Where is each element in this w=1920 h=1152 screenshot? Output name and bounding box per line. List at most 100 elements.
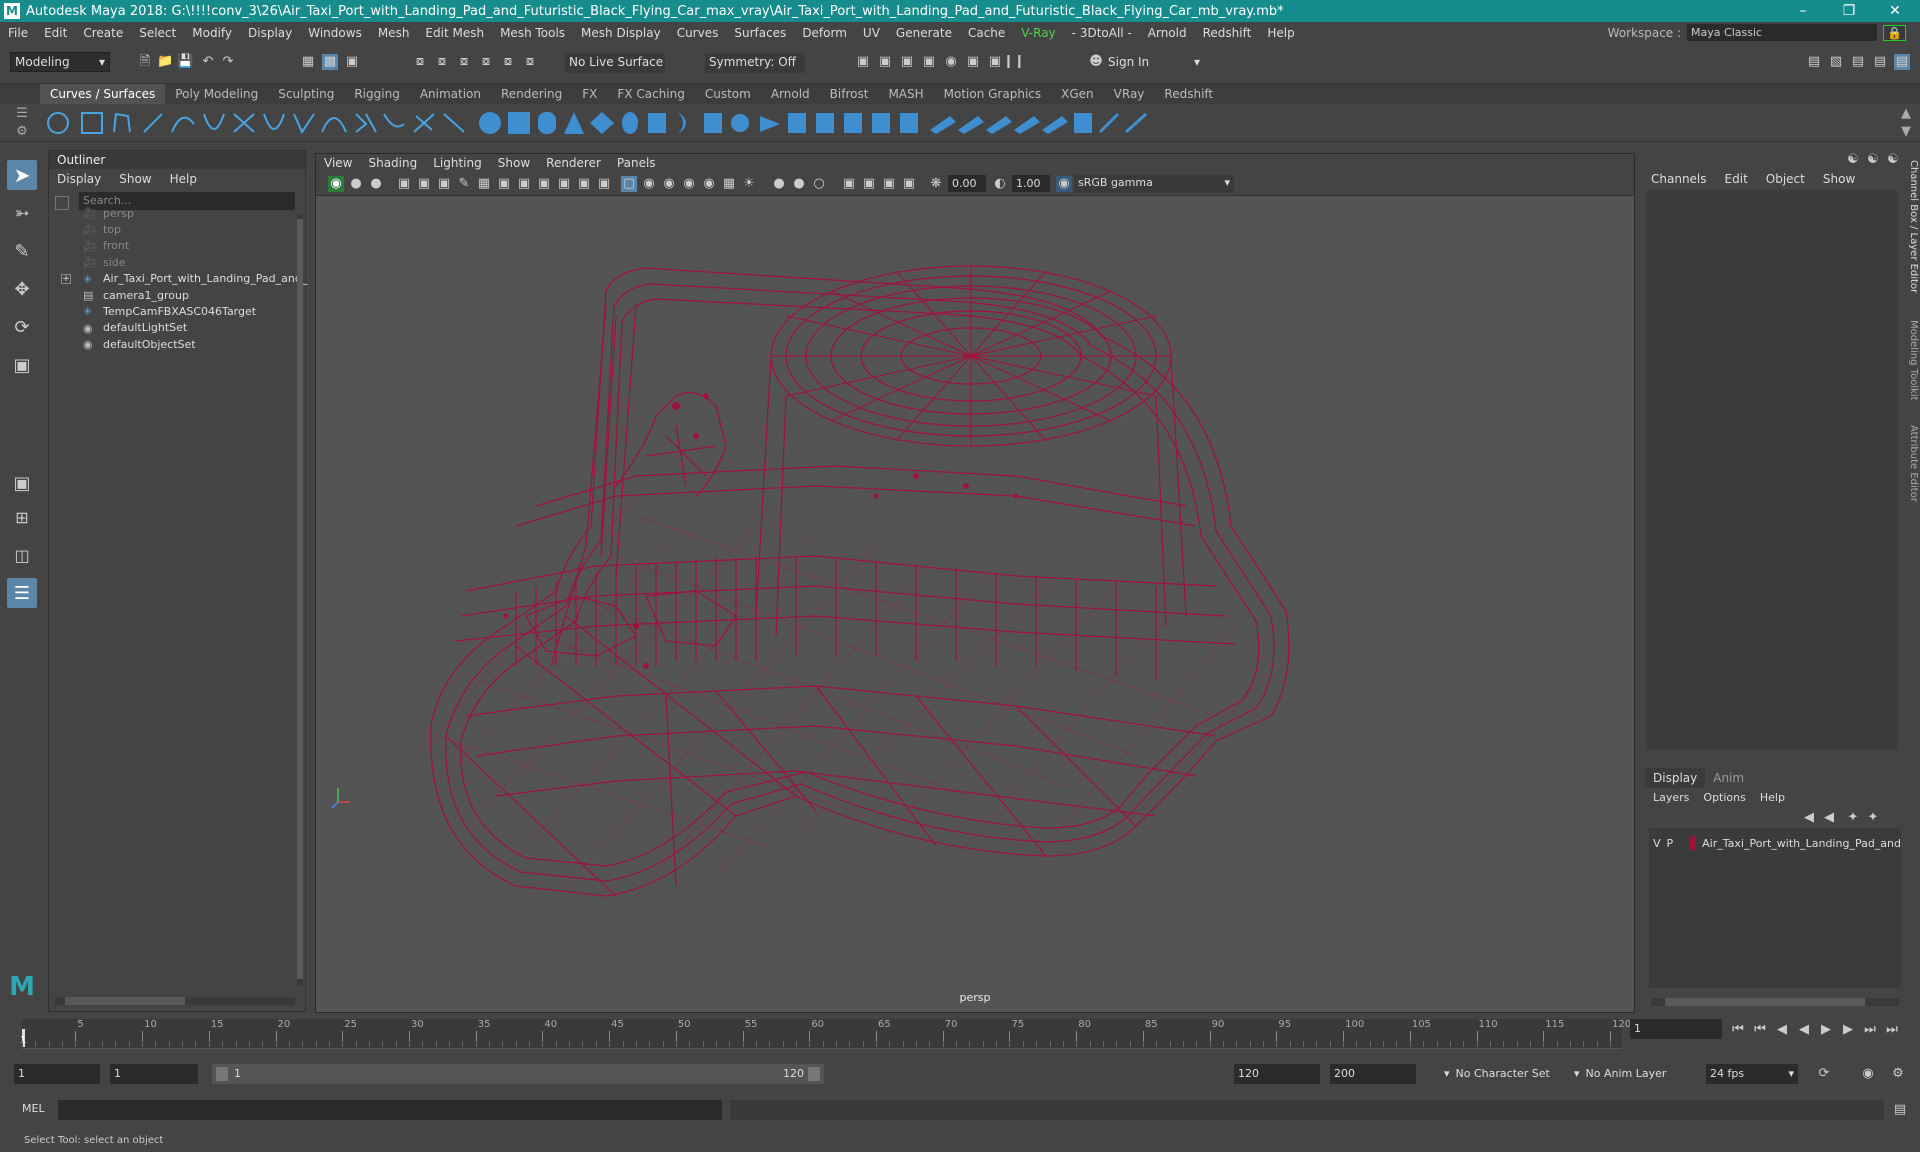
shelf-tab-xgen[interactable]: XGen (1051, 84, 1104, 104)
maya-m-logo-button[interactable]: M (7, 972, 37, 1002)
current-frame-field[interactable]: 1 (1630, 1019, 1722, 1039)
scrollbar-thumb[interactable] (297, 219, 303, 979)
move-layer-up-icon[interactable]: ◀ (1801, 810, 1817, 826)
lock-icon[interactable]: 🔒 (1883, 24, 1906, 41)
wireframe-model[interactable] (316, 196, 1634, 1012)
loop-icon[interactable]: ⟳ (1816, 1066, 1832, 1082)
render-settings-icon[interactable]: ▣ (899, 54, 915, 70)
range-slider[interactable]: 1 120 (212, 1064, 824, 1084)
camera-attributes-icon[interactable]: ● (368, 176, 384, 192)
undo-icon[interactable]: ↶ (200, 54, 216, 70)
outliner-item[interactable]: + ✳ Air_Taxi_Port_with_Landing_Pad_and_ (61, 270, 307, 288)
menu-windows[interactable]: Windows (300, 26, 370, 40)
playback-start-field[interactable]: 1 (110, 1064, 198, 1084)
outliner-horizontal-scrollbar[interactable] (55, 997, 295, 1005)
shadows-icon[interactable]: ▦ (721, 176, 737, 192)
ipr-render-icon[interactable]: ▣ (877, 54, 893, 70)
menu-mesh[interactable]: Mesh (370, 26, 418, 40)
menu-surfaces[interactable]: Surfaces (726, 26, 794, 40)
two-d-pan-zoom-icon[interactable]: ▣ (436, 176, 452, 192)
viewport-menu-panels[interactable]: Panels (609, 154, 664, 172)
animation-start-field[interactable]: 1 (14, 1064, 100, 1084)
outliner-item[interactable]: ✳ TempCamFBXASC046Target (83, 302, 256, 320)
maximize-button[interactable]: ❐ (1826, 0, 1872, 22)
safe-title-icon[interactable]: ▣ (596, 176, 612, 192)
pause-icon[interactable]: ❙❙ (1003, 54, 1025, 70)
go-to-end-icon[interactable]: ⏭ (1884, 1022, 1900, 1038)
resolution-gate-icon[interactable]: ▣ (516, 176, 532, 192)
shelf-tab-animation[interactable]: Animation (410, 84, 491, 104)
step-back-key-icon[interactable]: ⏮ (1752, 1022, 1768, 1038)
wireframe-on-shaded-icon[interactable]: ◉ (661, 176, 677, 192)
show-hide-character-controls-icon[interactable]: ▧ (1828, 54, 1844, 70)
filter-icon[interactable] (55, 196, 69, 210)
layer-menu-options[interactable]: Options (1703, 791, 1745, 804)
menu-mesh-tools[interactable]: Mesh Tools (492, 26, 573, 40)
go-to-start-icon[interactable]: ⏮ (1730, 1022, 1746, 1038)
shelf-tab-bifrost[interactable]: Bifrost (820, 84, 879, 104)
film-gate-icon[interactable]: ▣ (496, 176, 512, 192)
tab-anim[interactable]: Anim (1705, 768, 1752, 788)
range-start-handle[interactable] (216, 1067, 228, 1081)
menu-arnold[interactable]: Arnold (1140, 26, 1195, 40)
menu-select[interactable]: Select (131, 26, 184, 40)
outliner-menu-display[interactable]: Display (57, 172, 101, 186)
show-hide-tool-settings-icon[interactable]: ▤ (1872, 54, 1888, 70)
channel-box-menu-edit[interactable]: Edit (1725, 172, 1748, 186)
outliner-item[interactable]: 🎥 side (83, 253, 126, 271)
step-forward-frame-icon[interactable]: ▶ (1840, 1022, 1856, 1038)
playback-end-field[interactable]: 120 (1234, 1064, 1320, 1084)
close-button[interactable]: ✕ (1872, 0, 1918, 22)
xray-joints-icon[interactable]: ▣ (881, 176, 897, 192)
outliner-menu-help[interactable]: Help (170, 172, 197, 186)
scale-tool-button[interactable]: ▣ (7, 350, 37, 380)
tab-display[interactable]: Display (1645, 768, 1706, 788)
field-chart-icon[interactable]: ▣ (556, 176, 572, 192)
open-scene-icon[interactable]: 📁 (157, 54, 173, 70)
time-slider[interactable]: 1 5 10 15 20 25 30 35 40 45 50 55 60 65 70 75 80 85 90 95 1… (0, 1015, 1920, 1053)
shelf-scroll-down-icon[interactable]: ▼ (1898, 124, 1914, 140)
paint-select-tool-button[interactable]: ✎ (7, 236, 37, 266)
anti-aliasing-icon[interactable]: ● (791, 176, 807, 192)
shelf-tab-curves-surfaces[interactable]: Curves / Surfaces (40, 84, 166, 104)
new-layer-selected-icon[interactable]: ✦ (1865, 810, 1881, 826)
single-pane-layout-button[interactable]: ▣ (7, 468, 37, 498)
grease-pencil-icon[interactable]: ✎ (456, 176, 472, 192)
xray-components-icon[interactable]: ▣ (901, 176, 917, 192)
new-scene-icon[interactable]: 🗎 (137, 54, 153, 70)
play-forward-icon[interactable]: ▶ (1818, 1022, 1834, 1038)
channel-box-menu-object[interactable]: Object (1766, 172, 1805, 186)
command-input[interactable] (58, 1100, 722, 1120)
viewport-menu-renderer[interactable]: Renderer (538, 154, 609, 172)
menu-edit-mesh[interactable]: Edit Mesh (417, 26, 492, 40)
snap-point-icon[interactable]: ⧇ (456, 54, 472, 70)
menu-deform[interactable]: Deform (794, 26, 855, 40)
menu-file[interactable]: File (0, 26, 36, 40)
side-tab-channel-box[interactable]: Channel Box / Layer Editor (1908, 160, 1919, 293)
outliner-vertical-scrollbar[interactable] (297, 215, 303, 985)
select-tool-button[interactable]: ➤ (7, 160, 37, 190)
depth-of-field-icon[interactable]: ○ (811, 176, 827, 192)
step-back-frame-icon[interactable]: ◀ (1774, 1022, 1790, 1038)
menu-3dtoall[interactable]: - 3DtoAll - (1064, 26, 1140, 40)
channel-box-icon-1[interactable]: ☯ (1845, 152, 1861, 168)
symmetry-dropdown[interactable]: Symmetry: Off (705, 53, 805, 73)
two-pane-layout-button[interactable]: ◫ (7, 540, 37, 570)
exposure-field[interactable]: 0.00 (948, 175, 986, 192)
minimize-button[interactable]: – (1780, 0, 1826, 22)
vray-render-icon[interactable]: ◉ (943, 54, 959, 70)
viewport-menu-view[interactable]: View (316, 154, 360, 172)
menu-cache[interactable]: Cache (960, 26, 1013, 40)
image-plane-icon[interactable]: ▣ (416, 176, 432, 192)
character-set-dropdown[interactable]: ▾ No Character Set (1440, 1064, 1560, 1084)
menu-edit[interactable]: Edit (36, 26, 75, 40)
shelf-tab-motion-graphics[interactable]: Motion Graphics (934, 84, 1052, 104)
expand-icon[interactable]: + (61, 273, 71, 284)
motion-blur-icon[interactable]: ● (771, 176, 787, 192)
fps-dropdown[interactable]: 24 fps ▾ (1706, 1064, 1798, 1084)
outliner-menu-show[interactable]: Show (119, 172, 151, 186)
outliner-item[interactable]: ◉ defaultObjectSet (83, 335, 196, 353)
shelf-tab-poly-modeling[interactable]: Poly Modeling (165, 84, 268, 104)
viewport-menu-shading[interactable]: Shading (360, 154, 425, 172)
gate-mask-icon[interactable]: ▣ (536, 176, 552, 192)
